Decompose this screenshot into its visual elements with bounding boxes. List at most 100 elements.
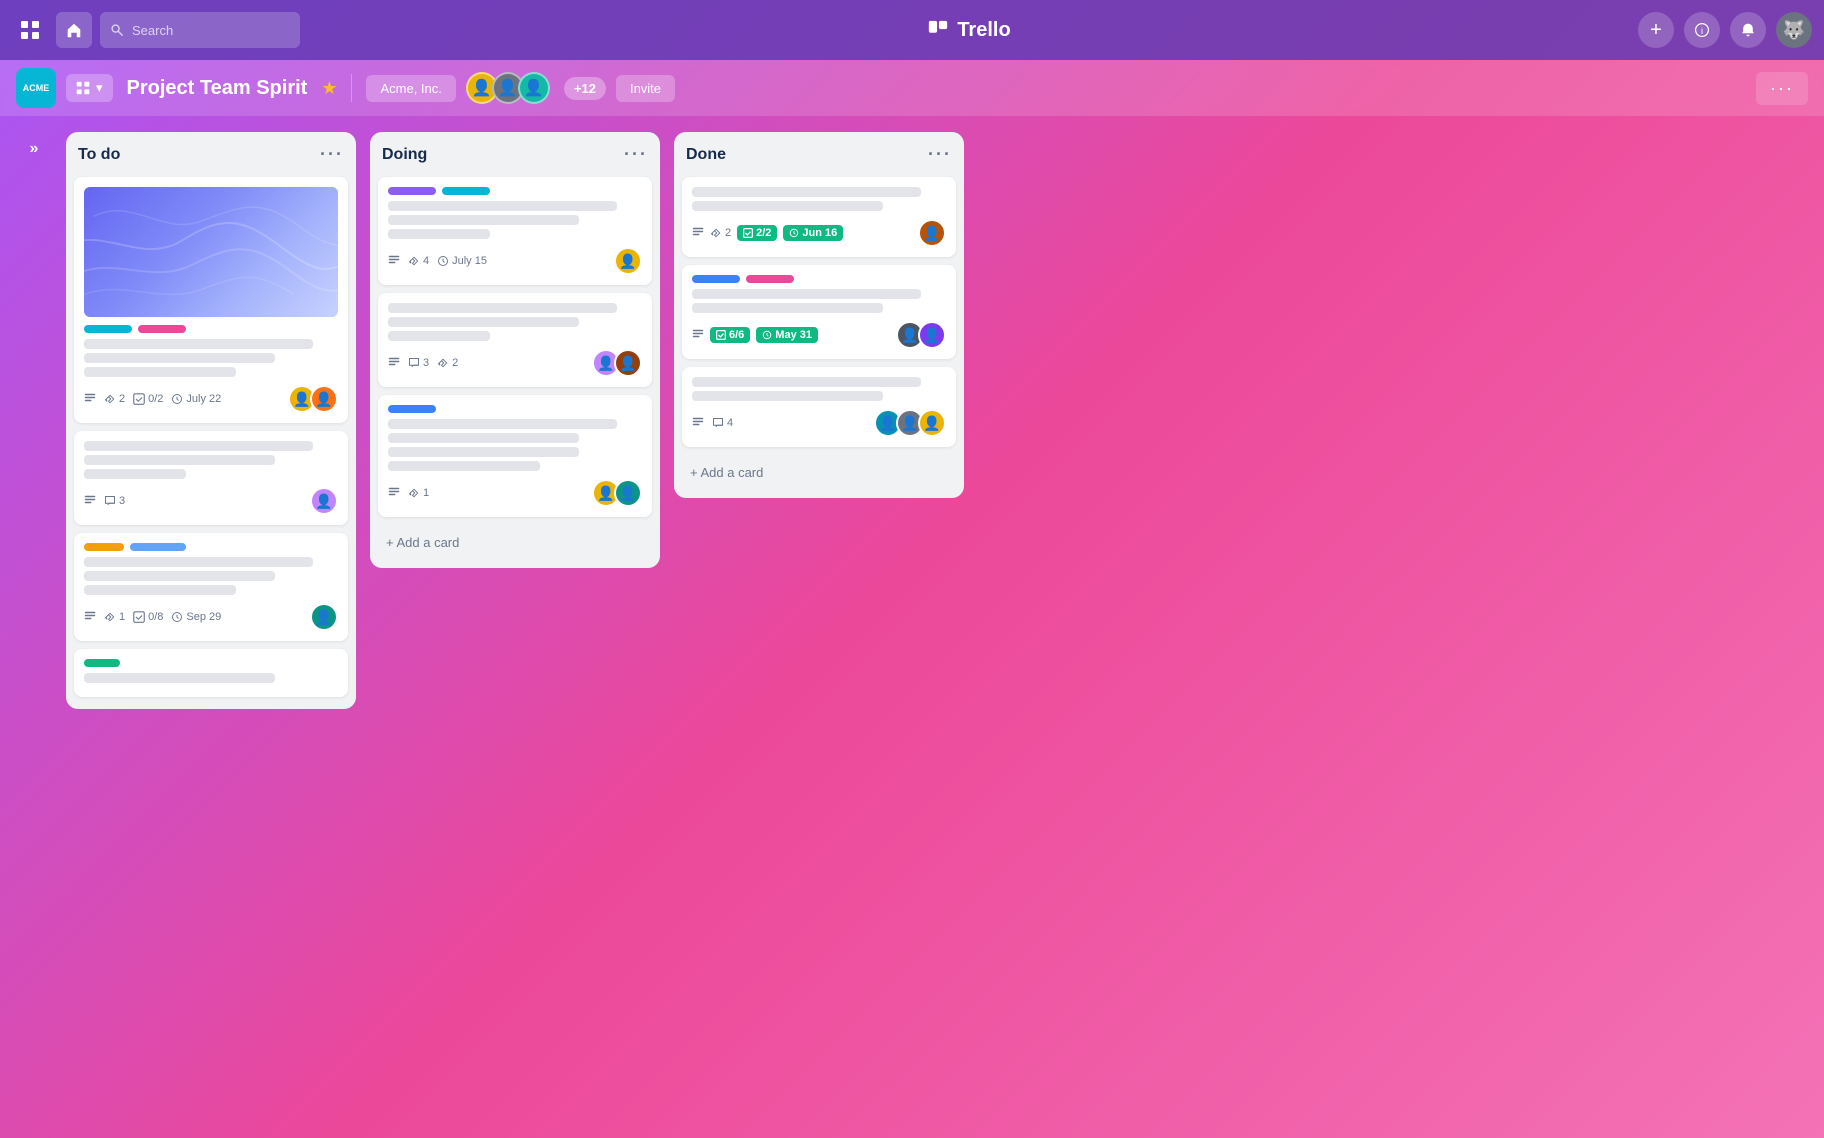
card-cover (84, 187, 338, 317)
card-text-1 (388, 419, 617, 429)
more-button[interactable]: ··· (1756, 72, 1808, 105)
star-button[interactable]: ★ (321, 78, 337, 99)
card-avatars: 👤 👤 👤 (874, 409, 946, 437)
meta-date: July 15 (437, 255, 487, 267)
column-done: Done ··· 2 2/2 Jun 1 (674, 132, 964, 498)
meta-attachments: 1 (408, 487, 429, 499)
card-tags (84, 325, 338, 333)
column-done-header: Done ··· (682, 144, 956, 169)
card-text-2 (388, 317, 579, 327)
column-doing-title: Doing (382, 146, 427, 164)
meta-description (388, 255, 400, 267)
board-title: Project Team Spirit (127, 77, 308, 100)
card-text-1 (84, 441, 313, 451)
card-text-1 (84, 557, 313, 567)
card-text-3 (388, 447, 579, 457)
card-done-3[interactable]: 4 👤 👤 👤 (682, 367, 956, 447)
tag-cyan (84, 325, 132, 333)
card-avatar-2: 👤 (614, 479, 642, 507)
grid-icon[interactable] (12, 12, 48, 48)
card-text-3 (84, 367, 236, 377)
app-logo: Trello (308, 19, 1630, 42)
card-done-2[interactable]: 6/6 May 31 👤 👤 (682, 265, 956, 359)
meta-description (388, 357, 400, 369)
card-avatar-1: 👤 (310, 487, 338, 515)
add-card-done[interactable]: + Add a card (682, 459, 956, 486)
member-avatar-3[interactable]: 👤 (518, 72, 550, 104)
meta-attachments: 4 (408, 255, 429, 267)
add-button[interactable]: + (1638, 12, 1674, 48)
user-avatar[interactable]: 🐺 (1776, 12, 1812, 48)
column-done-title: Done (686, 146, 726, 164)
card-text-3 (84, 469, 186, 479)
card-avatars: 👤 👤 (592, 349, 642, 377)
meta-date: Sep 29 (171, 611, 221, 623)
card-text-3 (388, 331, 490, 341)
column-doing: Doing ··· 4 July 15 (370, 132, 660, 568)
card-tags (388, 187, 642, 195)
card-avatars: 👤 (918, 219, 946, 247)
tag-purple (388, 187, 436, 195)
meta-checklist: 0/8 (133, 611, 163, 623)
search-bar[interactable]: Search (100, 12, 300, 48)
meta-attachments: 2 (437, 357, 458, 369)
member-avatars: 👤 👤 👤 (466, 72, 550, 104)
column-todo-menu[interactable]: ··· (320, 144, 344, 165)
card-avatars: 👤 (310, 603, 338, 631)
member-count[interactable]: +12 (564, 77, 606, 100)
card-text-1 (692, 187, 921, 197)
card-todo-4[interactable] (74, 649, 348, 697)
card-meta: 6/6 May 31 👤 👤 (692, 321, 946, 349)
meta-comments: 3 (408, 357, 429, 369)
card-avatar-2: 👤 (614, 349, 642, 377)
notification-button[interactable] (1730, 12, 1766, 48)
board-area: » To do ··· (0, 116, 1824, 1138)
tag-pink (138, 325, 186, 333)
meta-description (84, 393, 96, 405)
card-avatar-2: 👤 (918, 321, 946, 349)
meta-description (84, 495, 96, 507)
card-avatars: 👤 👤 (288, 385, 338, 413)
checklist-badge: 6/6 (710, 327, 750, 343)
card-avatars: 👤 👤 (592, 479, 642, 507)
card-text-3 (84, 585, 236, 595)
card-done-1[interactable]: 2 2/2 Jun 16 👤 (682, 177, 956, 257)
app-name: Trello (957, 19, 1010, 42)
card-tags (388, 405, 642, 413)
tag-pink (746, 275, 794, 283)
card-text-1 (84, 339, 313, 349)
column-doing-menu[interactable]: ··· (624, 144, 648, 165)
card-tags (84, 659, 338, 667)
card-avatars: 👤 (310, 487, 338, 515)
meta-attachments: 2 (710, 227, 731, 239)
board-menu-button[interactable]: ▾ (66, 74, 113, 102)
column-done-menu[interactable]: ··· (928, 144, 952, 165)
card-todo-3[interactable]: 1 0/8 Sep 29 👤 (74, 533, 348, 641)
workspace-button[interactable]: Acme, Inc. (366, 75, 455, 102)
card-todo-1[interactable]: 2 0/2 July 22 👤 👤 (74, 177, 348, 423)
card-doing-3[interactable]: 1 👤 👤 (378, 395, 652, 517)
card-doing-2[interactable]: 3 2 👤 👤 (378, 293, 652, 387)
add-card-doing[interactable]: + Add a card (378, 529, 652, 556)
card-avatars: 👤 (614, 247, 642, 275)
search-placeholder: Search (132, 23, 173, 38)
date-badge: May 31 (756, 327, 818, 343)
card-text-2 (692, 391, 883, 401)
invite-button[interactable]: Invite (616, 75, 675, 102)
meta-attachments: 2 (104, 393, 125, 405)
home-button[interactable] (56, 12, 92, 48)
card-text-1 (388, 201, 617, 211)
card-avatars: 👤 👤 (896, 321, 946, 349)
card-text-4 (388, 461, 540, 471)
sidebar-toggle[interactable]: » (16, 132, 52, 158)
nav-right-actions: + i 🐺 (1638, 12, 1812, 48)
checklist-badge: 2/2 (737, 225, 777, 241)
card-meta: 4 July 15 👤 (388, 247, 642, 275)
info-button[interactable]: i (1684, 12, 1720, 48)
card-doing-1[interactable]: 4 July 15 👤 (378, 177, 652, 285)
card-todo-2[interactable]: 3 👤 (74, 431, 348, 525)
card-meta: 1 👤 👤 (388, 479, 642, 507)
meta-comments: 3 (104, 495, 125, 507)
card-avatar-3: 👤 (918, 409, 946, 437)
date-badge: Jun 16 (783, 225, 843, 241)
